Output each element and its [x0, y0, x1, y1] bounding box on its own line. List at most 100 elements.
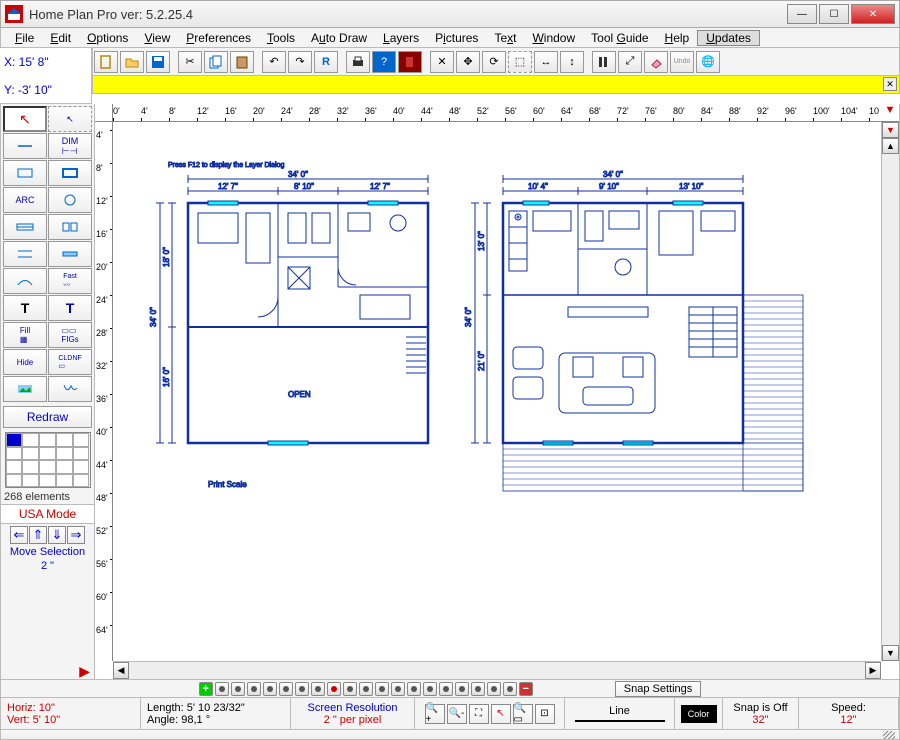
door-tool[interactable] [48, 214, 92, 240]
menu-layers[interactable]: Layers [375, 31, 427, 45]
select-tool[interactable]: ↖ [48, 106, 92, 132]
menu-preferences[interactable]: Preferences [178, 31, 259, 45]
layer-dot[interactable] [455, 682, 469, 696]
vscroll-down[interactable]: ▼ [882, 645, 899, 661]
image-tool[interactable] [3, 376, 47, 402]
stairs-tool[interactable] [3, 241, 47, 267]
zoom-select-button[interactable]: ↖ [491, 704, 511, 724]
layer-dot[interactable] [423, 682, 437, 696]
zoom-out-button[interactable]: 🔍- [447, 704, 467, 724]
hscroll-right[interactable]: ▶ [865, 662, 881, 679]
measure-button[interactable]: ⤢ [618, 51, 642, 73]
redo-button[interactable]: ↷ [288, 51, 312, 73]
arc-tool[interactable]: ARC [3, 187, 47, 213]
layer-add-button[interactable] [199, 682, 213, 696]
copy-button[interactable] [204, 51, 228, 73]
rect-tool[interactable] [3, 160, 47, 186]
move-up-button[interactable]: ⇑ [29, 526, 47, 544]
save-button[interactable] [146, 51, 170, 73]
layer-dot[interactable] [407, 682, 421, 696]
color-palette[interactable] [5, 432, 91, 488]
line-tool[interactable] [3, 133, 47, 159]
vertical-scrollbar[interactable]: ▼ ▲ ▼ [881, 122, 899, 661]
menu-pictures[interactable]: Pictures [427, 31, 486, 45]
menu-toolguide[interactable]: Tool Guide [583, 31, 656, 45]
redraw-panel-button[interactable]: Redraw [3, 406, 92, 428]
text-bold-tool[interactable]: T [48, 295, 92, 321]
select-rect-button[interactable]: ⬚ [508, 51, 532, 73]
move-down-button[interactable]: ⇓ [48, 526, 66, 544]
layer-dot-active[interactable] [327, 682, 341, 696]
layer-dot[interactable] [215, 682, 229, 696]
flip-h-button[interactable]: ↔ [534, 51, 558, 73]
paste-button[interactable] [230, 51, 254, 73]
layer-dot[interactable] [279, 682, 293, 696]
zoom-prev-button[interactable]: ⊡ [535, 704, 555, 724]
cldnf-tool[interactable]: CLDNF▭ [48, 349, 92, 375]
menu-file[interactable]: File [7, 31, 42, 45]
text-tool[interactable]: T [3, 295, 47, 321]
new-button[interactable] [94, 51, 118, 73]
hide-tool[interactable]: Hide [3, 349, 47, 375]
menu-updates[interactable]: Updates [697, 30, 760, 46]
horizontal-scrollbar[interactable]: ◀ ▶ [113, 661, 881, 679]
zoom-in-button[interactable]: 🔍+ [425, 704, 445, 724]
menu-help[interactable]: Help [657, 31, 698, 45]
figs-tool[interactable]: ▭▭FIGs [48, 322, 92, 348]
move-button[interactable]: ✥ [456, 51, 480, 73]
align-button[interactable] [592, 51, 616, 73]
undo-text-button[interactable]: Undo [670, 51, 694, 73]
layer-dot[interactable] [471, 682, 485, 696]
menu-view[interactable]: View [136, 31, 178, 45]
layer-dot[interactable] [487, 682, 501, 696]
redraw-button[interactable]: R [314, 51, 338, 73]
rotate-button[interactable]: ⟳ [482, 51, 506, 73]
dim-tool[interactable]: DIM⊢⊣ [48, 133, 92, 159]
minimize-button[interactable]: — [787, 4, 817, 24]
move-left-button[interactable]: ⇐ [10, 526, 28, 544]
line-style-preview[interactable] [575, 720, 665, 722]
menu-tools[interactable]: Tools [259, 31, 303, 45]
flip-v-button[interactable]: ↕ [560, 51, 584, 73]
open-button[interactable] [120, 51, 144, 73]
layer-dot[interactable] [375, 682, 389, 696]
fast-curve-tool[interactable]: Fast〰 [48, 268, 92, 294]
freehand-tool[interactable] [48, 376, 92, 402]
rect-fill-tool[interactable] [48, 160, 92, 186]
print-button[interactable] [346, 51, 370, 73]
layer-dot[interactable] [295, 682, 309, 696]
undo-button[interactable]: ↶ [262, 51, 286, 73]
menu-window[interactable]: Window [524, 31, 583, 45]
circle-tool[interactable] [48, 187, 92, 213]
drawing-canvas[interactable]: Press F12 to display the Layer Dialog 34… [113, 122, 881, 661]
wall-tool[interactable] [3, 214, 47, 240]
globe-button[interactable]: 🌐 [696, 51, 720, 73]
resize-grip[interactable] [883, 731, 895, 739]
layer-dot[interactable] [231, 682, 245, 696]
exit-button[interactable] [398, 51, 422, 73]
layer-dot[interactable] [263, 682, 277, 696]
pointer-tool[interactable]: ↖ [3, 106, 47, 132]
close-button[interactable]: ✕ [851, 4, 895, 24]
vscroll-up[interactable]: ▲ [882, 138, 899, 154]
zoom-window-button[interactable]: 🔍▭ [513, 704, 533, 724]
delete-button[interactable]: ✕ [430, 51, 454, 73]
layer-remove-button[interactable] [519, 682, 533, 696]
move-right-button[interactable]: ⇒ [67, 526, 85, 544]
layer-dot[interactable] [391, 682, 405, 696]
layer-dot[interactable] [343, 682, 357, 696]
menu-autodraw[interactable]: Auto Draw [303, 31, 375, 45]
layer-dot[interactable] [311, 682, 325, 696]
window-tool[interactable] [48, 241, 92, 267]
menu-edit[interactable]: Edit [42, 31, 79, 45]
menu-text[interactable]: Text [486, 31, 524, 45]
help-button[interactable]: ? [372, 51, 396, 73]
vscroll-top-marker[interactable]: ▼ [882, 122, 899, 138]
fill-tool[interactable]: Fill▦ [3, 322, 47, 348]
zoom-fit-button[interactable]: ⛶ [469, 704, 489, 724]
ruler-right-marker[interactable]: ▼ [881, 104, 899, 122]
eraser-button[interactable] [644, 51, 668, 73]
color-swatch[interactable]: Color [681, 705, 717, 723]
maximize-button[interactable]: ☐ [819, 4, 849, 24]
layer-dot[interactable] [503, 682, 517, 696]
